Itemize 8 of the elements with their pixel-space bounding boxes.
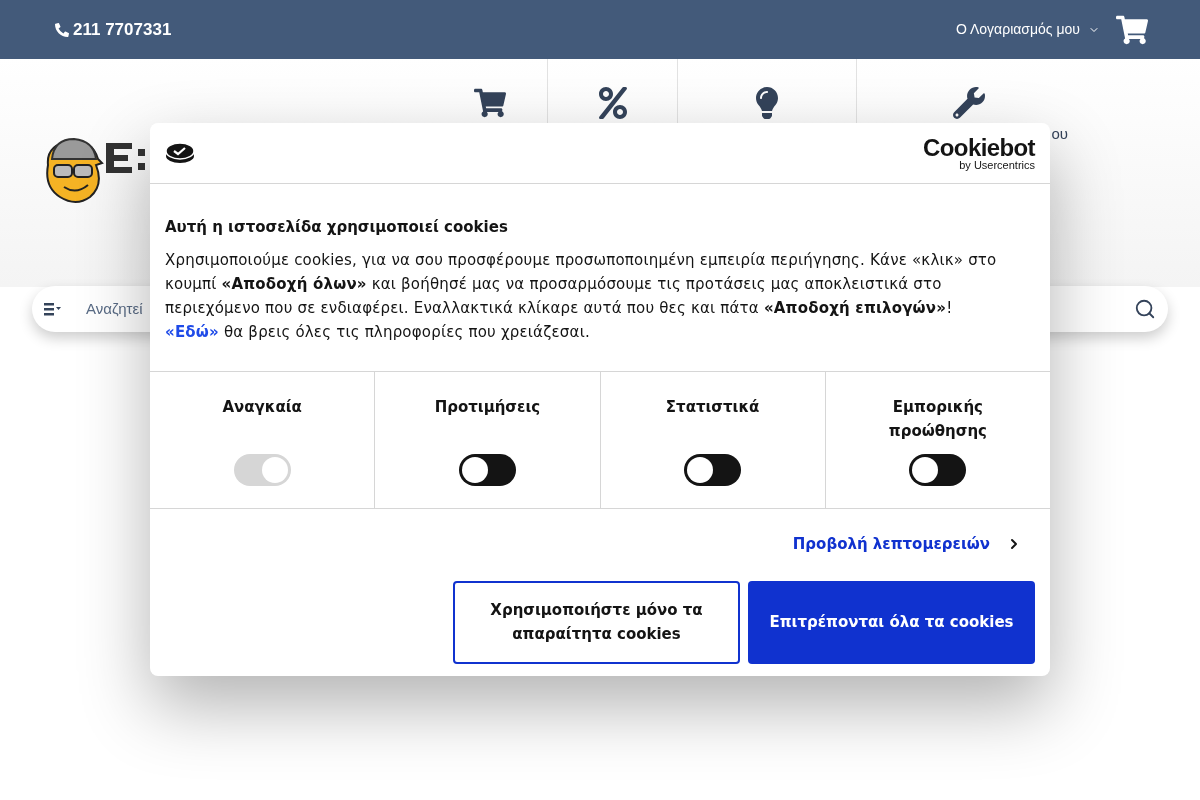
category-label: Αναγκαία	[221, 397, 303, 418]
nav-label: ου	[1051, 124, 1069, 144]
dialog-text: Χρησιμοποιούμε cookies, για να σου προσφέρουμε προσωποποιημένη εμπειρία περιήγησης. Κάνε «κλικ» στο κουμπί «Αποδοχή όλων» και βοήθησέ μας να προσαρμόσουμε τις προτάσεις μας αποκλειστικά στο περιεχόμενο που σε ενδιαφέρει. Εναλλακτικά κλίκαρε αυτά που θες και πάτα «Αποδοχή επιλογών»! «Εδώ» θα βρεις όλες τις πληροφορίες που χρειάζεσαι.	[165, 249, 998, 343]
category-label: Προτιμήσεις	[433, 397, 542, 418]
category-label: Στατιστικά	[664, 397, 761, 418]
category-label: Εμπορικής προώθησης	[887, 397, 988, 442]
phone-number: 211 7707331	[73, 18, 172, 41]
dialog-title: Αυτή η ιστοσελίδα χρησιμοποιεί cookies	[165, 217, 509, 238]
